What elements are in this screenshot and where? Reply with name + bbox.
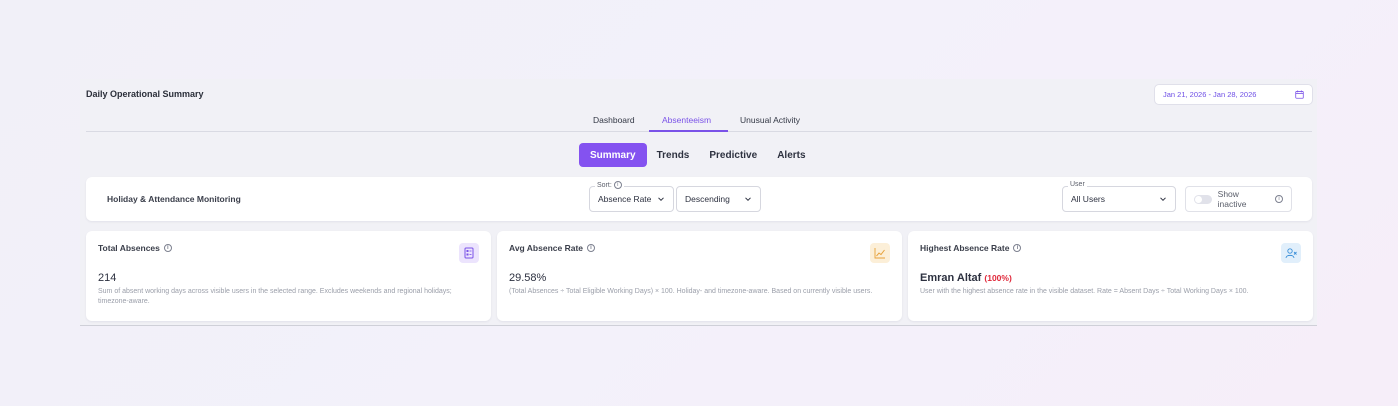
info-icon[interactable]: i (587, 244, 596, 252)
main-tabs: Dashboard Absenteeism Unusual Activity (86, 111, 1312, 132)
card-description: User with the highest absence rate in th… (920, 288, 1249, 295)
active-tab-indicator (649, 130, 728, 132)
page-title: Daily Operational Summary (86, 89, 204, 99)
sub-tabs: Summary Trends Predictive Alerts (579, 143, 816, 167)
card-description: Sum of absent working days across visibl… (98, 288, 452, 305)
info-icon[interactable]: i (163, 244, 172, 252)
date-range-picker[interactable]: Jan 21, 2026 - Jan 28, 2026 (1154, 84, 1313, 105)
show-inactive-toggle[interactable] (1194, 194, 1212, 204)
card-total-absences: Total Absences i 214 Sum of absent worki… (86, 231, 491, 321)
user-select[interactable]: User All Users (1062, 181, 1176, 212)
user-value: All Users (1071, 194, 1106, 204)
sort-field-select[interactable]: Sort: i Absence Rate (589, 181, 674, 212)
chevron-down-icon (745, 197, 751, 202)
card-title-text: Avg Absence Rate (509, 243, 584, 253)
sort-order-value: Descending (685, 194, 730, 204)
card-avg-absence-rate: Avg Absence Rate i 29.58% (Total Absence… (497, 231, 902, 321)
tab-dashboard[interactable]: Dashboard (593, 115, 635, 125)
filter-bar: Holiday & Attendance Monitoring Sort: i … (86, 177, 1312, 221)
card-title-text: Highest Absence Rate (920, 243, 1010, 253)
highest-absence-pct: (100%) (984, 273, 1012, 283)
subtab-predictive[interactable]: Predictive (699, 143, 767, 167)
info-icon[interactable]: i (1013, 244, 1022, 252)
info-icon[interactable]: i (1275, 195, 1283, 203)
date-range-text: Jan 21, 2026 - Jan 28, 2026 (1163, 90, 1257, 99)
calendar-icon (1295, 90, 1304, 99)
subtab-trends[interactable]: Trends (647, 143, 700, 167)
line-chart-icon (870, 243, 890, 263)
card-highest-absence-rate: Highest Absence Rate i Emran Altaf (100%… (908, 231, 1313, 321)
sort-order-select[interactable]: Descending (676, 186, 761, 212)
subtab-alerts[interactable]: Alerts (767, 143, 815, 167)
card-title: Avg Absence Rate i (509, 243, 596, 253)
highest-absence-user: Emran Altaf (920, 272, 982, 284)
show-inactive-label: Show inactive (1217, 189, 1247, 209)
show-inactive-control: Show inactive i (1185, 186, 1292, 212)
total-absences-value: 214 (98, 272, 117, 284)
user-label: User (1068, 181, 1087, 188)
subtab-summary[interactable]: Summary (579, 143, 647, 167)
chevron-down-icon (658, 197, 664, 202)
card-title-text: Total Absences (98, 243, 160, 253)
card-description: (Total Absences ÷ Total Eligible Working… (509, 288, 873, 295)
tab-absenteeism[interactable]: Absenteeism (662, 115, 711, 125)
info-icon[interactable]: i (613, 181, 622, 189)
sort-field-value: Absence Rate (598, 194, 652, 204)
filter-bar-title: Holiday & Attendance Monitoring (107, 194, 241, 204)
toggle-knob (1195, 195, 1202, 203)
avg-absence-rate-value: 29.58% (509, 272, 547, 284)
highest-absence-value: Emran Altaf (100%) (920, 272, 1012, 284)
sort-label: Sort: i (595, 181, 624, 189)
report-icon (459, 243, 479, 263)
chevron-down-icon (1160, 197, 1166, 202)
card-title: Total Absences i (98, 243, 172, 253)
sort-label-text: Sort: (597, 181, 612, 189)
card-title: Highest Absence Rate i (920, 243, 1022, 253)
summary-panel: Daily Operational Summary Jan 21, 2026 -… (80, 79, 1317, 326)
tab-unusual-activity[interactable]: Unusual Activity (740, 115, 800, 125)
user-x-icon (1281, 243, 1301, 263)
